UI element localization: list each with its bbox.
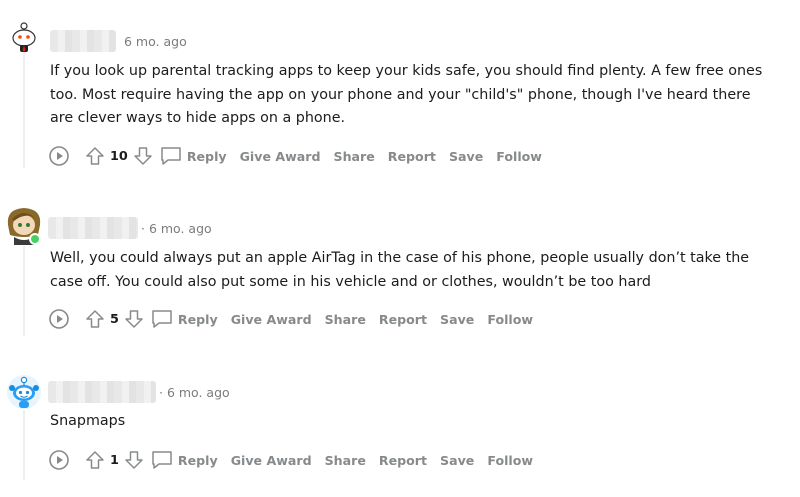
snoo-avatar-icon [7,375,41,409]
username-blurred[interactable] [48,381,156,403]
play-icon [49,450,69,470]
upvote-arrow-icon [86,451,104,469]
comment: · 6 mo. ago Snapmaps 1 Reply Give Award … [0,0,800,497]
follow-button[interactable]: Follow [487,453,533,468]
report-button[interactable]: Report [379,453,427,468]
play-audio-button[interactable] [46,447,72,473]
vote-count: 1 [110,452,119,468]
comment-actions: 1 Reply Give Award Share Report Save Fol… [46,447,533,473]
avatar[interactable] [6,374,42,410]
downvote-button[interactable] [121,447,147,473]
downvote-arrow-icon [125,451,143,469]
comment-body: Snapmaps [50,413,126,429]
share-button[interactable]: Share [325,453,366,468]
timestamp[interactable]: · 6 mo. ago [159,385,230,400]
save-button[interactable]: Save [440,453,474,468]
reply-label: Reply [177,452,218,468]
reply-button[interactable]: Reply [151,450,218,470]
upvote-button[interactable] [82,447,108,473]
comment-bubble-icon [152,451,172,469]
give-award-button[interactable]: Give Award [231,453,312,468]
comment-meta: · 6 mo. ago [48,381,230,403]
